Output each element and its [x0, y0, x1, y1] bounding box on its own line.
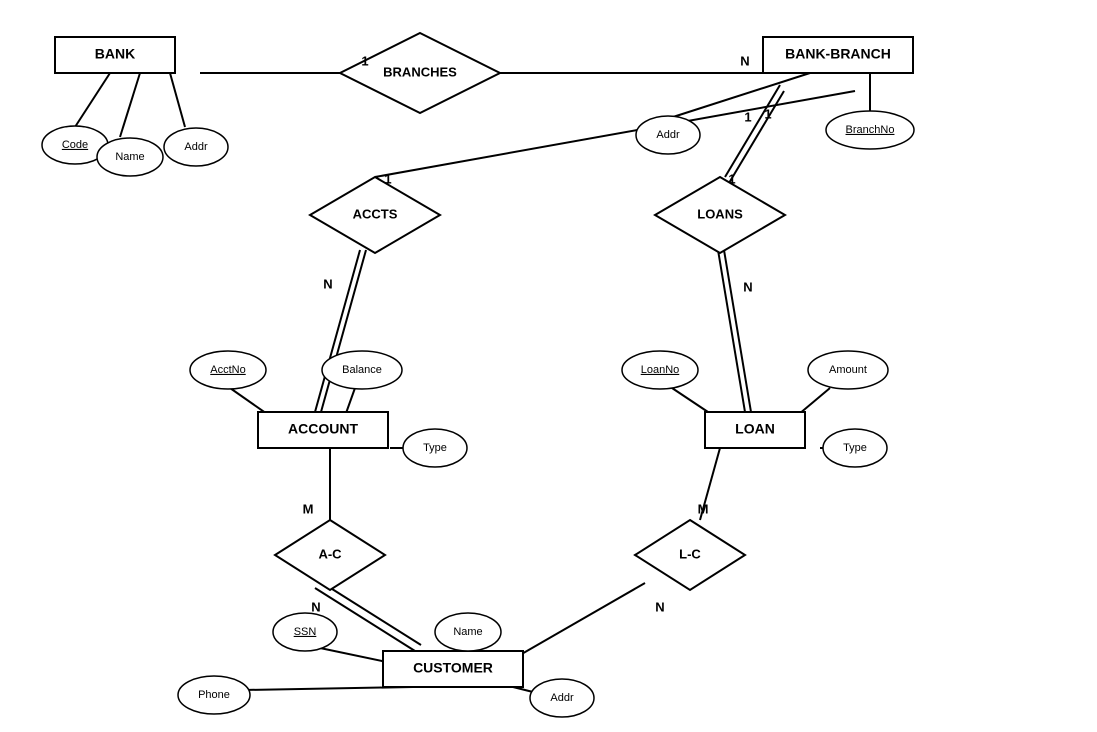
cardinality-branches-n: N	[740, 53, 749, 68]
cardinality-lc-m: M	[698, 501, 709, 516]
cust-ssn-label: SSN	[294, 626, 317, 638]
bankbranch-loans-line2	[729, 91, 784, 183]
loan-loanno-label: LoanNo	[641, 364, 680, 376]
cardinality-loans-n: N	[743, 279, 752, 294]
cust-phone-label: Phone	[198, 689, 230, 701]
bb-addr-label: Addr	[656, 129, 680, 141]
cardinality-loans-1: 1	[728, 171, 735, 186]
loans-loan-line1	[718, 250, 745, 412]
loan-amount-label: Amount	[829, 364, 867, 376]
bank-code-label: Code	[62, 139, 88, 151]
acct-balance-label: Balance	[342, 364, 382, 376]
acct-acctno-label: AcctNo	[210, 364, 245, 376]
bank-addr-label: Addr	[184, 141, 208, 153]
cardinality-accts-1: 1	[384, 171, 391, 186]
cardinality-lc-n: N	[655, 599, 664, 614]
accts-label: ACCTS	[353, 206, 398, 221]
bank-name-label: Name	[115, 151, 144, 163]
bank-name-line	[120, 73, 140, 137]
cardinality-ac-m: M	[303, 501, 314, 516]
cust-name-label: Name	[453, 626, 482, 638]
branches-label: BRANCHES	[383, 64, 457, 79]
account-entity-label: ACCOUNT	[288, 421, 358, 437]
bank-code-line	[75, 73, 110, 127]
lc-label: L-C	[679, 546, 701, 561]
cust-addr-label: Addr	[550, 692, 574, 704]
lc-customer-line	[513, 583, 645, 659]
bank-entity-label: BANK	[95, 46, 135, 62]
cardinality-branches-1: 1	[361, 53, 368, 68]
loan-entity-label: LOAN	[735, 421, 775, 437]
bb-branchno-label: BranchNo	[846, 124, 895, 136]
bank-branch-entity-label: BANK-BRANCH	[785, 46, 891, 62]
bank-addr-line	[170, 73, 185, 127]
acct-type-label: Type	[423, 442, 447, 454]
cardinality-ac-n: N	[311, 599, 320, 614]
cardinality-accts-n: N	[323, 276, 332, 291]
bankbranch-loans-line1	[725, 85, 780, 177]
loans-loan-line2	[724, 250, 751, 412]
loan-type-label: Type	[843, 442, 867, 454]
customer-entity-label: CUSTOMER	[413, 660, 493, 676]
cardinality-bb-loans-1: 1	[764, 106, 771, 121]
bankbranch-accts-line	[375, 91, 855, 177]
cardinality-bb-accts-1: 1	[744, 109, 751, 124]
loans-label: LOANS	[697, 206, 743, 221]
ac-label: A-C	[318, 546, 342, 561]
